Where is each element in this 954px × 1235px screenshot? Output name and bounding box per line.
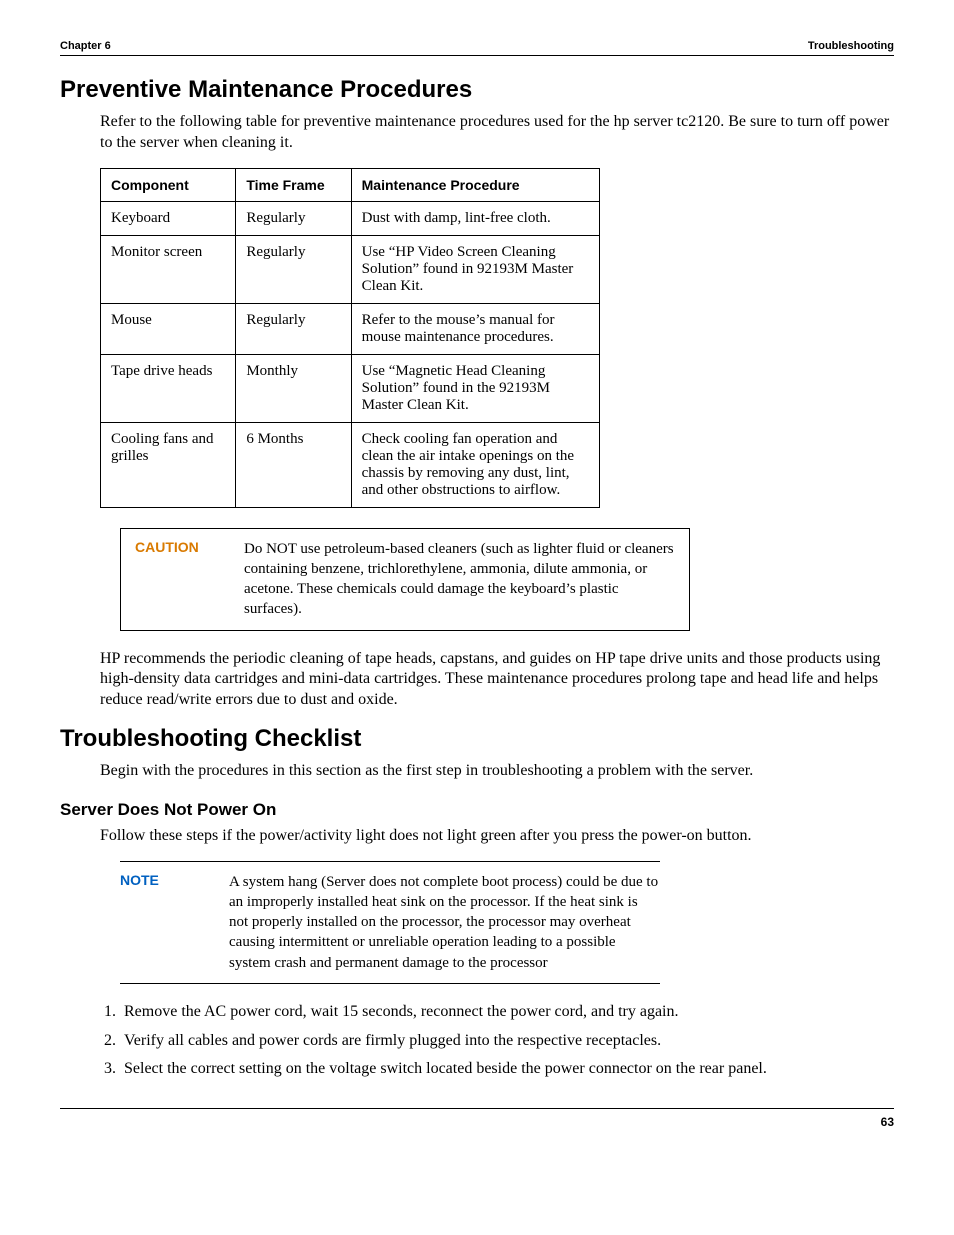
cell-timeframe: Regularly bbox=[236, 201, 351, 235]
maintenance-table: Component Time Frame Maintenance Procedu… bbox=[100, 168, 600, 508]
step-item: Select the correct setting on the voltag… bbox=[120, 1059, 894, 1080]
col-timeframe: Time Frame bbox=[236, 168, 351, 201]
troubleshoot-intro: Begin with the procedures in this sectio… bbox=[100, 761, 894, 782]
caution-text: Do NOT use petroleum-based cleaners (suc… bbox=[244, 539, 675, 620]
table-row: Keyboard Regularly Dust with damp, lint-… bbox=[101, 201, 600, 235]
section-title-troubleshooting: Troubleshooting Checklist bbox=[60, 725, 894, 753]
cell-timeframe: Monthly bbox=[236, 354, 351, 422]
page-header: Chapter 6 Troubleshooting bbox=[60, 40, 894, 56]
cell-component: Tape drive heads bbox=[101, 354, 236, 422]
subsection-title-poweron: Server Does Not Power On bbox=[60, 800, 894, 820]
note-label: NOTE bbox=[120, 872, 205, 888]
cell-timeframe: 6 Months bbox=[236, 422, 351, 507]
page-footer: 63 bbox=[60, 1108, 894, 1129]
caution-label: CAUTION bbox=[135, 539, 220, 555]
cell-timeframe: Regularly bbox=[236, 235, 351, 303]
col-component: Component bbox=[101, 168, 236, 201]
cell-timeframe: Regularly bbox=[236, 303, 351, 354]
cell-procedure: Dust with damp, lint-free cloth. bbox=[351, 201, 599, 235]
step-item: Verify all cables and power cords are fi… bbox=[120, 1031, 894, 1052]
preventive-after-text: HP recommends the periodic cleaning of t… bbox=[100, 649, 894, 711]
cell-component: Monitor screen bbox=[101, 235, 236, 303]
note-text: A system hang (Server does not complete … bbox=[229, 872, 660, 973]
cell-component: Keyboard bbox=[101, 201, 236, 235]
section-title-preventive: Preventive Maintenance Procedures bbox=[60, 76, 894, 104]
table-row: Monitor screen Regularly Use “HP Video S… bbox=[101, 235, 600, 303]
table-row: Cooling fans and grilles 6 Months Check … bbox=[101, 422, 600, 507]
header-section: Troubleshooting bbox=[808, 40, 894, 52]
table-header-row: Component Time Frame Maintenance Procedu… bbox=[101, 168, 600, 201]
cell-procedure: Refer to the mouse’s manual for mouse ma… bbox=[351, 303, 599, 354]
poweron-intro: Follow these steps if the power/activity… bbox=[100, 826, 894, 847]
cell-procedure: Use “Magnetic Head Cleaning Solution” fo… bbox=[351, 354, 599, 422]
table-row: Mouse Regularly Refer to the mouse’s man… bbox=[101, 303, 600, 354]
cell-procedure: Check cooling fan operation and clean th… bbox=[351, 422, 599, 507]
table-row: Tape drive heads Monthly Use “Magnetic H… bbox=[101, 354, 600, 422]
steps-list: Remove the AC power cord, wait 15 second… bbox=[100, 1002, 894, 1080]
cell-component: Mouse bbox=[101, 303, 236, 354]
cell-procedure: Use “HP Video Screen Cleaning Solution” … bbox=[351, 235, 599, 303]
cell-component: Cooling fans and grilles bbox=[101, 422, 236, 507]
page-number: 63 bbox=[881, 1115, 894, 1129]
header-chapter: Chapter 6 bbox=[60, 40, 111, 52]
preventive-intro: Refer to the following table for prevent… bbox=[100, 112, 894, 154]
col-procedure: Maintenance Procedure bbox=[351, 168, 599, 201]
step-item: Remove the AC power cord, wait 15 second… bbox=[120, 1002, 894, 1023]
note-box: NOTE A system hang (Server does not comp… bbox=[120, 861, 660, 984]
caution-box: CAUTION Do NOT use petroleum-based clean… bbox=[120, 528, 690, 631]
